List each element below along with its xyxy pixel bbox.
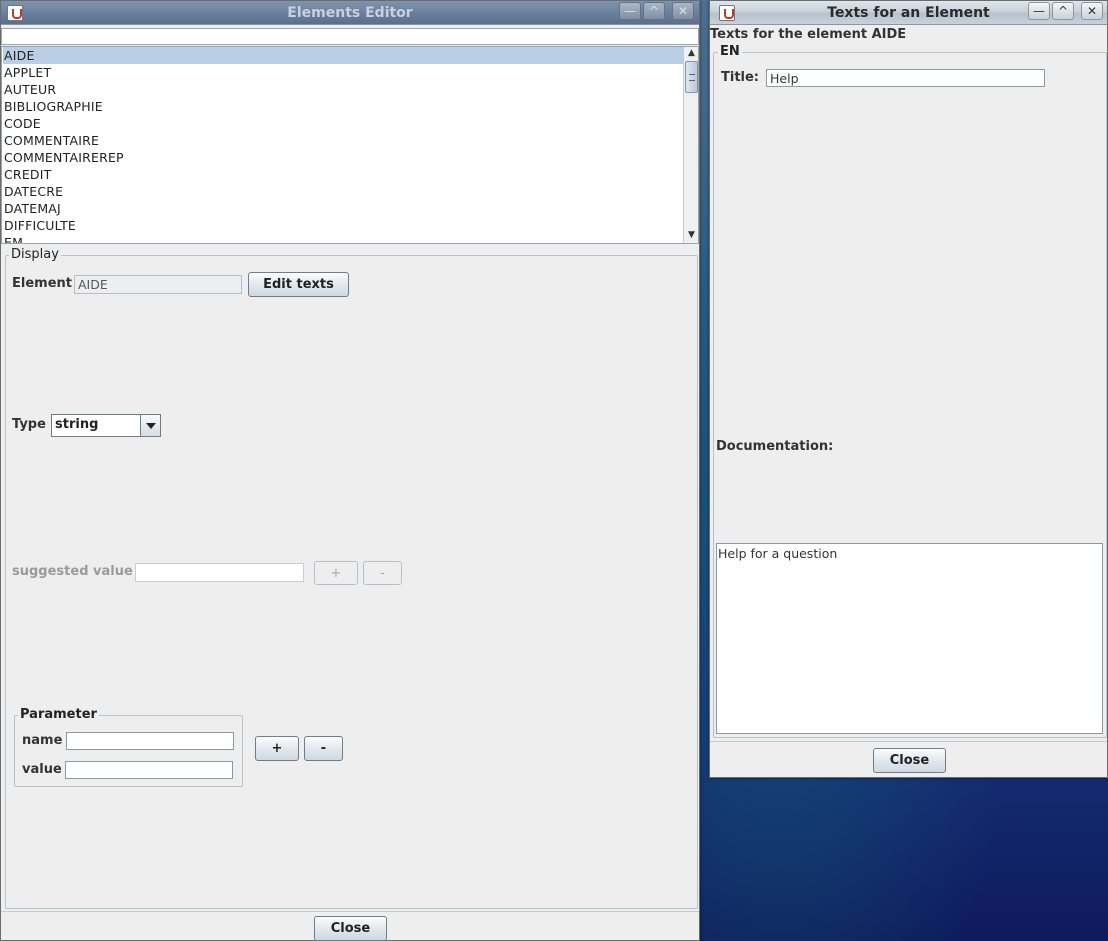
scroll-down-arrow-icon[interactable]: ▼ [685, 229, 698, 242]
display-group-title: Display [9, 247, 61, 262]
parameter-value-input[interactable] [65, 761, 233, 779]
list-item[interactable]: CREDIT [3, 166, 685, 183]
remove-suggested-value-button[interactable]: - [363, 561, 402, 585]
close-icon[interactable]: ✕ [1081, 2, 1103, 20]
type-selected-value: string [55, 417, 99, 432]
elements-editor-window: Elements Editor — ^ ✕ AIDE APPLET AUTEUR… [0, 0, 700, 941]
maximize-icon[interactable]: ^ [1052, 2, 1074, 20]
title-input[interactable]: Help [766, 69, 1045, 87]
list-item[interactable]: DATEMAJ [3, 200, 685, 217]
parameter-name-input[interactable] [66, 732, 234, 750]
list-item[interactable]: AUTEUR [3, 81, 685, 98]
footer-divider [710, 741, 1107, 742]
close-button[interactable]: Close [314, 916, 387, 941]
list-item[interactable]: DATECRE [3, 183, 685, 200]
remove-parameter-button[interactable]: - [304, 736, 343, 761]
list-item[interactable]: COMMENTAIRE [3, 132, 685, 149]
list-item[interactable]: EM [3, 234, 685, 243]
list-item[interactable]: APPLET [3, 64, 685, 81]
scroll-up-arrow-icon[interactable]: ▲ [685, 47, 698, 60]
type-select[interactable]: string [51, 414, 161, 437]
element-name-field: AIDE [74, 275, 242, 294]
maximize-icon[interactable]: ^ [643, 2, 665, 20]
elements-editor-titlebar[interactable]: Elements Editor — ^ ✕ [1, 1, 699, 25]
element-filter-input[interactable] [1, 28, 699, 45]
element-list[interactable]: AIDE APPLET AUTEUR BIBLIOGRAPHIE CODE CO… [1, 46, 699, 244]
list-item[interactable]: DIFFICULTE [3, 217, 685, 234]
documentation-label: Documentation: [716, 439, 834, 454]
minimize-icon[interactable]: — [619, 2, 641, 20]
parameter-group-title: Parameter [18, 707, 99, 722]
texts-window-titlebar[interactable]: Texts for an Element — ^ ✕ [710, 1, 1107, 25]
parameter-name-label: name [22, 733, 63, 748]
element-label: Element [12, 276, 72, 291]
footer-divider [1, 911, 699, 912]
title-label: Title: [721, 70, 760, 85]
scrollbar-thumb[interactable] [685, 61, 698, 93]
documentation-textarea[interactable]: Help for a question [716, 543, 1103, 734]
suggested-value-input[interactable] [135, 563, 304, 582]
type-label: Type [12, 417, 46, 432]
list-item[interactable]: CODE [3, 115, 685, 132]
window-title: Elements Editor [287, 5, 413, 21]
texts-heading: Texts for the element AIDE [710, 27, 907, 42]
minimize-icon[interactable]: — [1028, 2, 1050, 20]
texts-window: Texts for an Element — ^ ✕ Texts for the… [709, 0, 1108, 778]
list-scrollbar[interactable]: ▲ ▼ [683, 47, 698, 243]
language-group-title: EN [718, 44, 742, 59]
list-item[interactable]: COMMENTAIREREP [3, 149, 685, 166]
list-item[interactable]: BIBLIOGRAPHIE [3, 98, 685, 115]
list-item[interactable]: AIDE [3, 47, 685, 64]
parameter-value-label: value [22, 762, 62, 777]
close-icon[interactable]: ✕ [672, 2, 694, 20]
add-suggested-value-button[interactable]: + [314, 561, 358, 585]
close-button[interactable]: Close [873, 748, 946, 773]
edit-texts-button[interactable]: Edit texts [248, 272, 349, 297]
add-parameter-button[interactable]: + [255, 736, 299, 761]
suggested-value-label: suggested value [12, 564, 133, 579]
combo-dropdown-arrow-icon[interactable] [140, 415, 160, 436]
